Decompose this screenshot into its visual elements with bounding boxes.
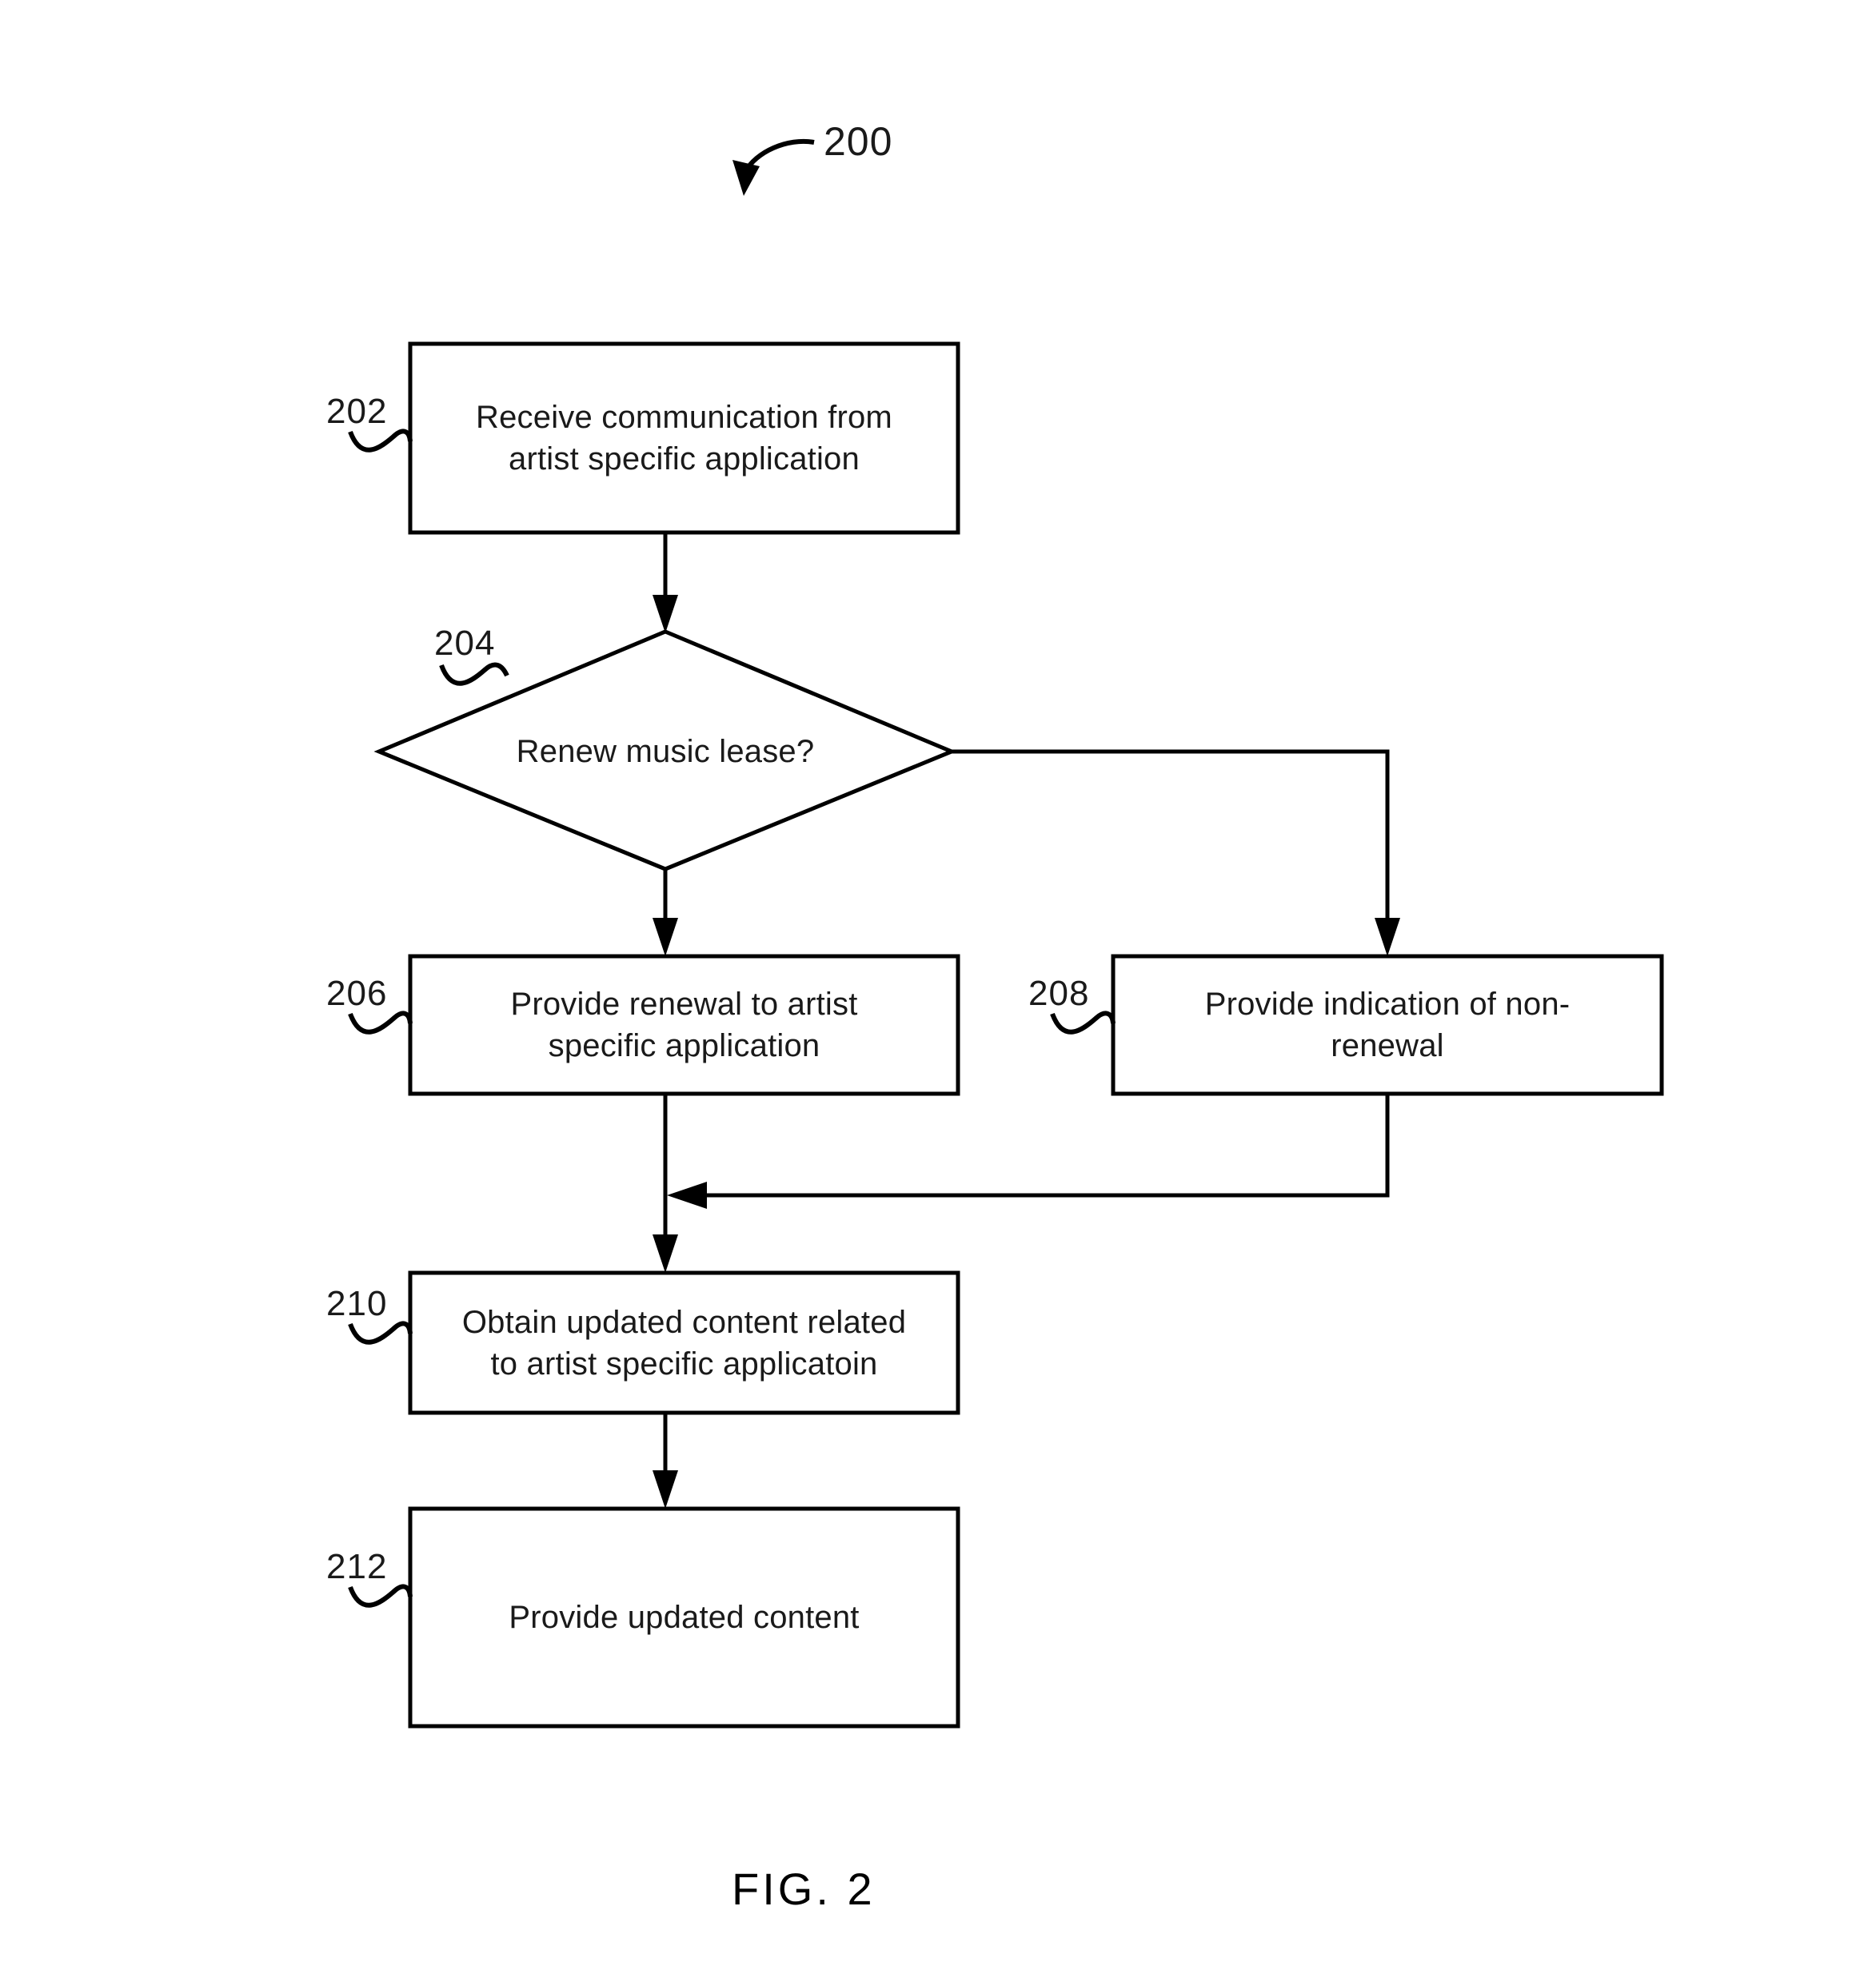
- edge-208-to-merge: [667, 1094, 1390, 1209]
- node-label-206: Provide renewal to artist specific appli…: [510, 987, 858, 1063]
- node-label-212: Provide updated content: [509, 1600, 860, 1635]
- edge-206-to-210: [653, 1094, 678, 1273]
- figure-caption: FIG. 2: [732, 1864, 876, 1914]
- node-label-202: Receive communication from artist specif…: [476, 400, 892, 477]
- edge-204-to-208: [952, 749, 1400, 956]
- ref-number-212: 212: [326, 1547, 388, 1586]
- ref-leader-208: [1050, 1011, 1116, 1035]
- ref-leader-206: [348, 1011, 413, 1035]
- figure-ref-200: 200: [824, 119, 893, 164]
- edge-204-to-206: [653, 869, 678, 956]
- ref-leader-210: [348, 1321, 413, 1345]
- ref-number-210: 210: [326, 1284, 388, 1323]
- patent-figure: 200 202 Receive communication from artis…: [0, 0, 1876, 1970]
- ref-number-204: 204: [434, 624, 496, 663]
- ref-number-206: 206: [326, 974, 388, 1013]
- node-label-210: Obtain updated content related to artist…: [461, 1304, 907, 1382]
- figure-ref-leader: [732, 138, 815, 196]
- ref-leader-212: [348, 1584, 413, 1608]
- ref-number-208: 208: [1028, 974, 1090, 1013]
- edge-202-to-204: [653, 532, 678, 633]
- ref-leader-204: [439, 662, 509, 686]
- node-label-204: Renew music lease?: [516, 734, 815, 769]
- ref-number-202: 202: [326, 392, 388, 431]
- ref-leader-202: [348, 429, 413, 453]
- node-label-208: Provide indication of non- renewal: [1204, 987, 1571, 1063]
- edge-210-to-212: [653, 1413, 678, 1509]
